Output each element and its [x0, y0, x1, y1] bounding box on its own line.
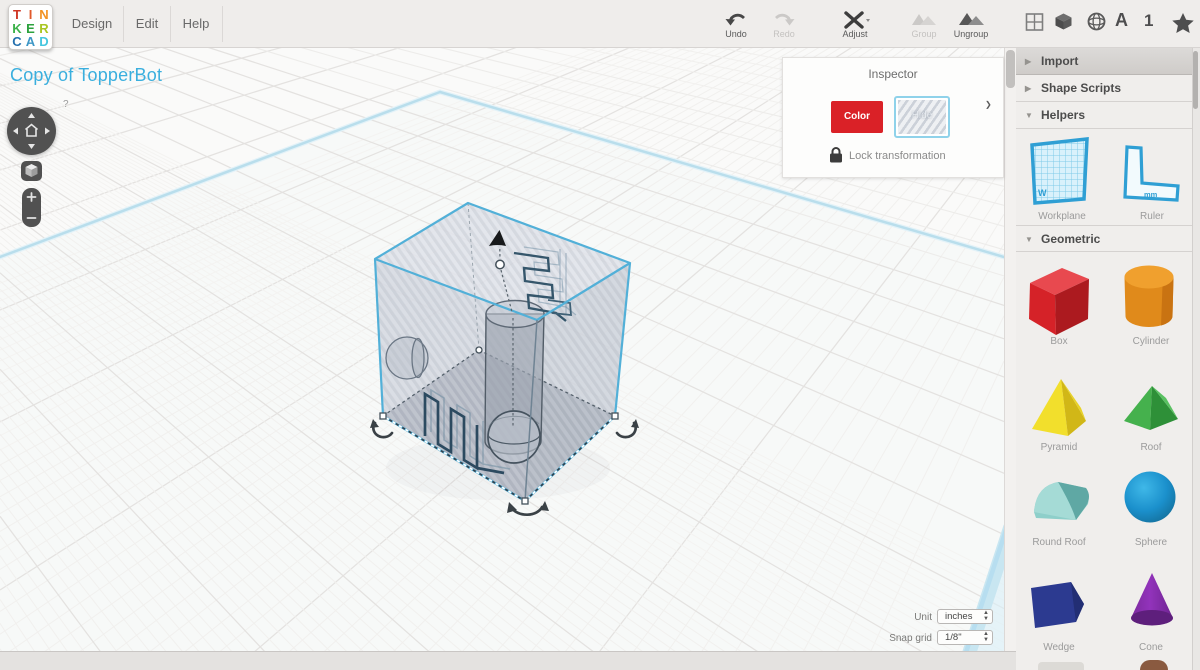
svg-text:mm: mm: [1144, 190, 1158, 199]
svg-text:W: W: [1038, 188, 1047, 198]
